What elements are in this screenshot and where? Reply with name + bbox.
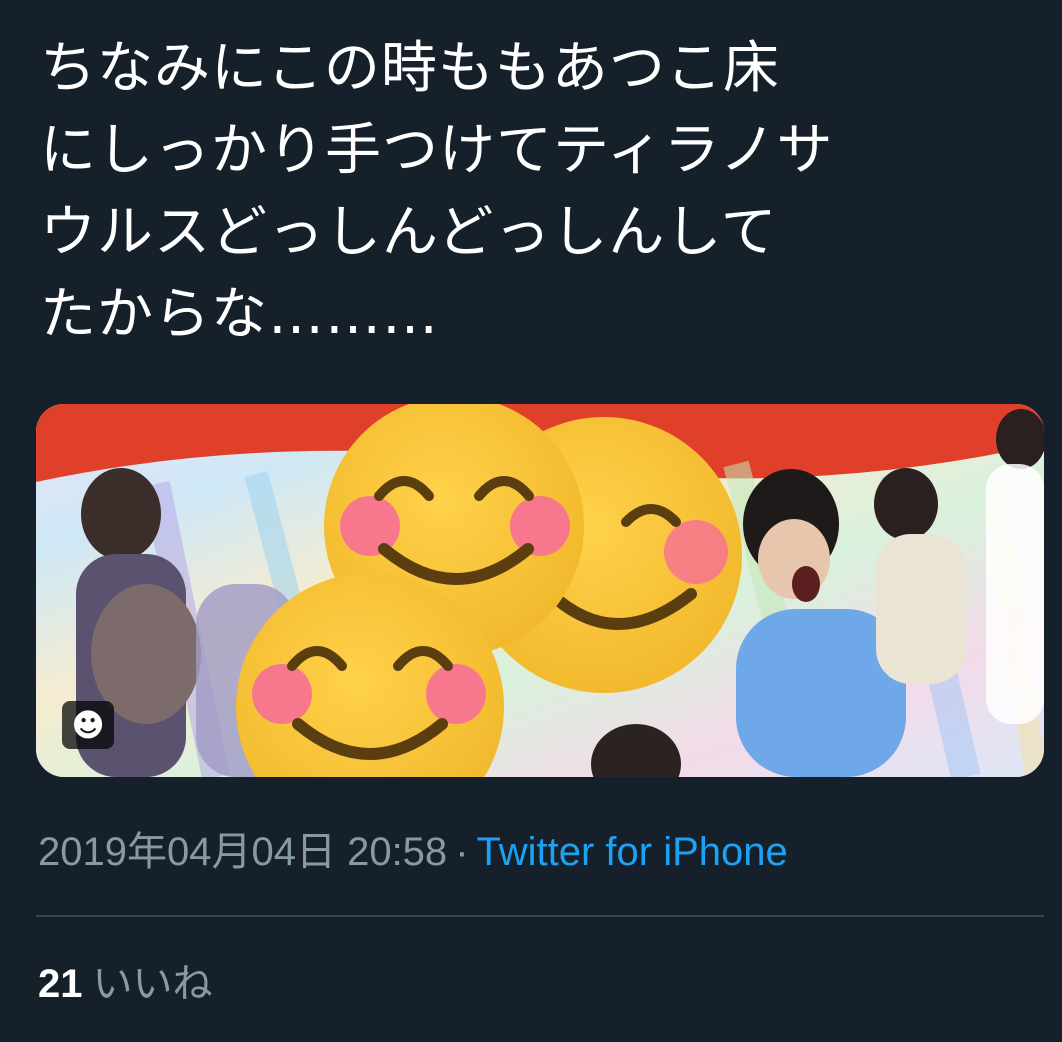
meta-separator: · <box>455 830 469 874</box>
likes-label: いいね <box>92 961 213 1007</box>
tweet-text: ちなみにこの時ももあつこ床 にしっかり手つけてティラノサ ウルスどっしんどっしん… <box>40 36 834 347</box>
tweet-source-link[interactable]: Twitter for iPhone <box>477 830 788 874</box>
divider <box>36 915 1044 917</box>
media-photo <box>36 404 1044 777</box>
tweet-timestamp[interactable]: 2019年04月04日 20:58 <box>38 830 447 874</box>
tweet-media-image[interactable]: ☻ <box>36 404 1044 777</box>
smiley-face-icon[interactable]: ☻ <box>62 701 114 749</box>
likes-stat[interactable]: 21 いいね <box>38 958 213 1010</box>
tweet-meta: 2019年04月04日 20:58 · Twitter for iPhone <box>38 826 788 878</box>
likes-count: 21 <box>38 962 83 1006</box>
